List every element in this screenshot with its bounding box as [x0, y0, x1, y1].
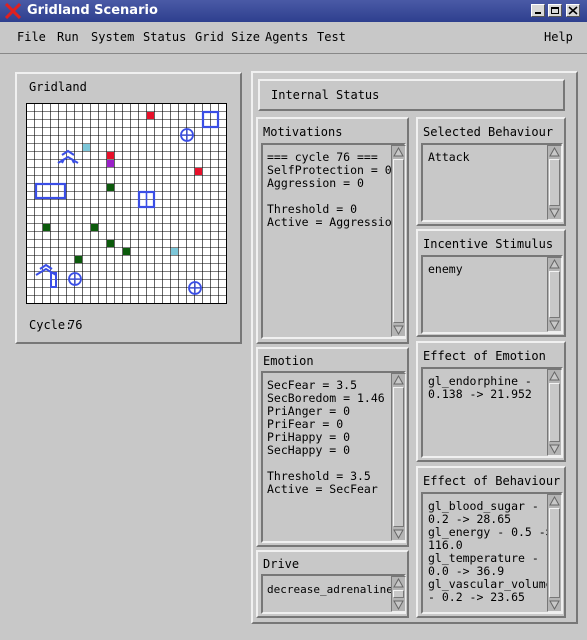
- red-food-cell: [147, 112, 154, 119]
- scroll-up-icon[interactable]: [549, 371, 560, 382]
- motivations-scrollbar[interactable]: [391, 145, 406, 337]
- scroll-down-icon[interactable]: [549, 207, 560, 218]
- scroll-up-icon[interactable]: [393, 578, 404, 589]
- scroll-thumb[interactable]: [549, 159, 560, 206]
- magenta-cell: [107, 160, 114, 167]
- gridland-title: Gridland: [29, 80, 87, 94]
- effect-of-emotion-scrollbar[interactable]: [547, 369, 562, 456]
- scroll-down-icon[interactable]: [549, 319, 560, 330]
- effect-of-emotion-text: gl_endorphine - 0.138 -> 21.952: [428, 374, 532, 401]
- effect-of-behaviour-title: Effect of Behaviour: [423, 474, 561, 488]
- drive-text: decrease_adrenaline: [267, 583, 393, 596]
- emotion-scrollbar[interactable]: [391, 373, 406, 541]
- close-button[interactable]: [566, 4, 580, 17]
- scroll-up-icon[interactable]: [549, 147, 560, 158]
- menu-file[interactable]: File: [17, 30, 46, 44]
- red-food-cell: [195, 168, 202, 175]
- menu-system[interactable]: System: [91, 30, 134, 44]
- selected-behaviour-title: Selected Behaviour: [423, 125, 554, 139]
- menu-test[interactable]: Test: [317, 30, 346, 44]
- green-cell: [107, 240, 114, 247]
- incentive-stimulus-scrollbar[interactable]: [547, 257, 562, 332]
- emotion-title: Emotion: [263, 354, 314, 368]
- green-cell: [43, 224, 50, 231]
- scroll-thumb[interactable]: [393, 159, 404, 323]
- effect-of-behaviour-text: gl_blood_sugar - 0.2 -> 28.65 gl_energy …: [428, 499, 553, 604]
- close-icon: [568, 6, 578, 15]
- cycle-label: Cycle:: [29, 318, 73, 332]
- cycle-value: 76: [68, 318, 83, 332]
- internal-status-label: Internal Status: [271, 88, 380, 102]
- scroll-up-icon[interactable]: [549, 259, 560, 270]
- selected-behaviour-scrollbar[interactable]: [547, 145, 562, 220]
- green-cell: [107, 184, 114, 191]
- green-cell: [123, 248, 130, 255]
- green-cell: [91, 224, 98, 231]
- scroll-down-icon[interactable]: [393, 324, 404, 335]
- minimize-button[interactable]: [531, 4, 545, 17]
- minimize-icon: [535, 12, 541, 14]
- x-logo-icon: [5, 3, 21, 19]
- gridland-grid[interactable]: [26, 103, 229, 306]
- maximize-button[interactable]: [548, 4, 562, 17]
- scroll-up-icon[interactable]: [393, 147, 404, 158]
- scroll-down-icon[interactable]: [393, 528, 404, 539]
- menu-help[interactable]: Help: [544, 30, 573, 44]
- menu-agents[interactable]: Agents: [265, 30, 308, 44]
- scroll-up-icon[interactable]: [549, 496, 560, 507]
- scroll-thumb[interactable]: [393, 590, 404, 598]
- cyan-cell: [83, 144, 90, 151]
- incentive-stimulus-text: enemy: [428, 262, 463, 276]
- drive-title: Drive: [263, 557, 300, 571]
- scroll-up-icon[interactable]: [393, 375, 404, 386]
- menu-status[interactable]: Status: [143, 30, 186, 44]
- menu-grid-size[interactable]: Grid Size: [195, 30, 260, 44]
- motivations-title: Motivations: [263, 125, 343, 139]
- cyan-cell: [171, 248, 178, 255]
- scroll-down-icon[interactable]: [393, 599, 404, 610]
- green-cell: [75, 256, 82, 263]
- selected-behaviour-text: Attack: [428, 150, 470, 164]
- window-titlebar[interactable]: Gridland Scenario: [0, 0, 587, 22]
- emotion-text: SecFear = 3.5 SecBoredom = 1.46 PriAnger…: [267, 378, 385, 496]
- effect-of-behaviour-scrollbar[interactable]: [547, 494, 562, 612]
- scroll-thumb[interactable]: [549, 271, 560, 318]
- scroll-down-icon[interactable]: [549, 599, 560, 610]
- menu-run[interactable]: Run: [57, 30, 79, 44]
- scroll-thumb[interactable]: [393, 387, 404, 527]
- effect-of-emotion-title: Effect of Emotion: [423, 349, 546, 363]
- motivations-text: === cycle 76 === SelfProtection = 0 Aggr…: [267, 150, 399, 229]
- drive-scrollbar[interactable]: [391, 576, 406, 612]
- window-title: Gridland Scenario: [27, 3, 158, 18]
- internal-status-button[interactable]: Internal Status: [258, 79, 565, 111]
- maximize-icon: [551, 7, 559, 14]
- menu-bar: File Run System Status Grid Size Agents …: [0, 22, 587, 54]
- scroll-thumb[interactable]: [549, 508, 560, 598]
- red-food-cell: [107, 152, 114, 159]
- scroll-thumb[interactable]: [549, 383, 560, 442]
- scroll-down-icon[interactable]: [549, 443, 560, 454]
- incentive-stimulus-title: Incentive Stimulus: [423, 237, 554, 251]
